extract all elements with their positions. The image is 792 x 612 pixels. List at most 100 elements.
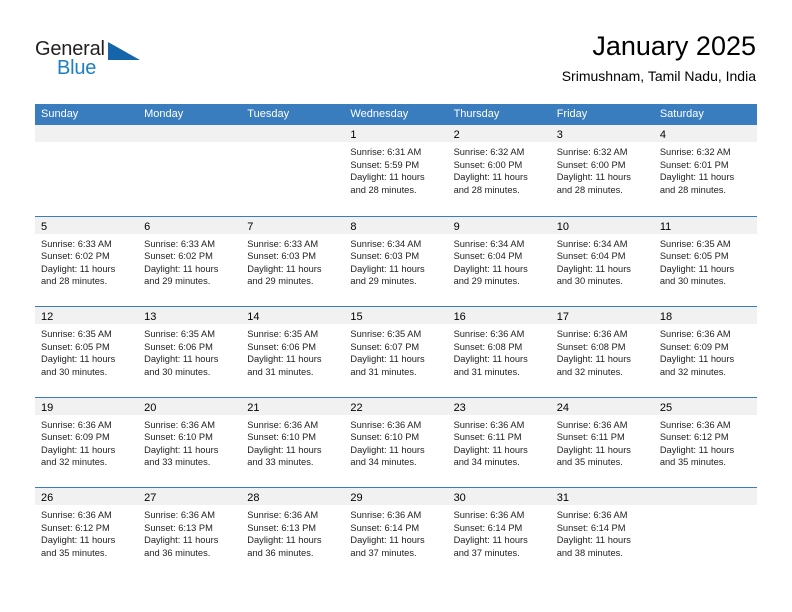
day-cell[interactable]: 23 Sunrise: 6:36 AM Sunset: 6:11 PM Dayligh… — [447, 397, 551, 488]
sunrise-text: Sunrise: 6:34 AM — [350, 238, 422, 249]
day-details: Sunrise: 6:34 AM Sunset: 6:04 PM Daylight:… — [551, 234, 654, 288]
day-cell-empty — [35, 125, 139, 216]
day-cell[interactable]: 28 Sunrise: 6:36 AM Sunset: 6:13 PM Dayligh… — [241, 488, 345, 578]
day-cell[interactable]: 22 Sunrise: 6:36 AM Sunset: 6:10 PM Dayligh… — [344, 397, 448, 488]
day-number: 17 — [556, 311, 569, 323]
day-number: 30 — [453, 492, 466, 504]
sunset-text: Sunset: 6:03 PM — [350, 251, 420, 262]
sunrise-text: Sunrise: 6:35 AM — [41, 329, 112, 339]
day-cell[interactable]: 1 Sunrise: 6:31 AM Sunset: 5:59 PM Daylight… — [344, 125, 448, 216]
day-cell[interactable]: 12 Sunrise: 6:35 AM Sunset: 6:05 PM Dayligh… — [35, 307, 139, 397]
day-cell[interactable]: 25 Sunrise: 6:36 AM Sunset: 6:12 PM Dayligh… — [653, 397, 757, 488]
day-cell[interactable]: 10 Sunrise: 6:34 AM Sunset: 6:04 PM Dayligh… — [550, 216, 654, 307]
day-cell[interactable]: 2 Sunrise: 6:32 AM Sunset: 6:00 PM Daylight… — [447, 125, 551, 216]
day-number-strip — [653, 488, 757, 505]
sunrise-text: Sunrise: 6:36 AM — [247, 510, 319, 520]
day-details: Sunrise: 6:32 AM Sunset: 6:01 PM Daylight:… — [654, 142, 757, 196]
day-cell[interactable]: 24 Sunrise: 6:36 AM Sunset: 6:11 PM Dayligh… — [550, 397, 654, 488]
daylight-text-line2: and 29 minutes. — [350, 276, 417, 287]
day-details: Sunrise: 6:36 AM Sunset: 6:09 PM Daylight:… — [35, 415, 138, 469]
day-details: Sunrise: 6:32 AM Sunset: 6:00 PM Daylight:… — [448, 142, 551, 196]
day-number: 27 — [144, 492, 157, 504]
general-blue-logo[interactable]: General Blue — [35, 38, 165, 86]
day-cell[interactable]: 11 Sunrise: 6:35 AM Sunset: 6:05 PM Dayligh… — [653, 216, 757, 307]
day-number: 19 — [41, 401, 54, 414]
daylight-text-line2: and 35 minutes. — [659, 457, 726, 468]
day-number: 10 — [556, 220, 569, 233]
day-cell[interactable]: 21 Sunrise: 6:36 AM Sunset: 6:10 PM Dayligh… — [241, 397, 345, 488]
day-cell[interactable]: 6 Sunrise: 6:33 AM Sunset: 6:02 PM Daylight… — [138, 216, 242, 307]
daylight-text-line1: Daylight: 11 hours — [556, 354, 631, 365]
day-cell[interactable]: 29 Sunrise: 6:36 AM Sunset: 6:14 PM Dayligh… — [344, 488, 448, 578]
daylight-text-line2: and 35 minutes. — [41, 547, 108, 558]
day-cell[interactable]: 5 Sunrise: 6:33 AM Sunset: 6:02 PM Daylight… — [35, 216, 139, 307]
day-cell[interactable]: 26 Sunrise: 6:36 AM Sunset: 6:12 PM Dayligh… — [35, 488, 139, 578]
day-details: Sunrise: 6:36 AM Sunset: 6:11 PM Daylight:… — [448, 415, 551, 469]
day-number: 11 — [659, 220, 672, 233]
day-details: Sunrise: 6:36 AM Sunset: 6:13 PM Daylight:… — [138, 505, 241, 559]
day-number-strip: 2 — [447, 125, 551, 142]
sunrise-text: Sunrise: 6:36 AM — [41, 510, 112, 520]
day-number-strip: 26 — [35, 488, 139, 505]
daylight-text-line1: Daylight: 11 hours — [556, 172, 631, 183]
daylight-text-line2: and 30 minutes. — [556, 276, 623, 287]
weekday-tuesday: Tuesday — [247, 108, 290, 120]
day-cell[interactable]: 30 Sunrise: 6:36 AM Sunset: 6:14 PM Dayligh… — [447, 488, 551, 578]
daylight-text-line1: Daylight: 11 hours — [144, 354, 219, 365]
day-details: Sunrise: 6:36 AM Sunset: 6:11 PM Daylight:… — [551, 415, 654, 469]
day-cell[interactable]: 19 Sunrise: 6:36 AM Sunset: 6:09 PM Dayligh… — [35, 397, 139, 488]
day-details: Sunrise: 6:36 AM Sunset: 6:13 PM Daylight:… — [241, 505, 344, 559]
sunset-text: Sunset: 6:14 PM — [453, 522, 523, 533]
day-cell[interactable]: 13 Sunrise: 6:35 AM Sunset: 6:06 PM Dayligh… — [138, 307, 242, 397]
page-title: January 2025 — [592, 31, 756, 61]
day-number: 29 — [350, 492, 363, 504]
day-number: 1 — [350, 129, 357, 141]
sunrise-text: Sunrise: 6:36 AM — [144, 510, 215, 520]
day-cell[interactable]: 16 Sunrise: 6:36 AM Sunset: 6:08 PM Dayligh… — [447, 307, 551, 397]
triangle-icon — [108, 42, 140, 60]
daylight-text-line2: and 28 minutes. — [41, 276, 108, 287]
daylight-text-line2: and 29 minutes. — [144, 276, 211, 287]
daylight-text-line2: and 28 minutes. — [453, 184, 520, 195]
day-number-strip: 13 — [138, 307, 242, 324]
daylight-text-line1: Daylight: 11 hours — [556, 444, 631, 455]
daylight-text-line1: Daylight: 11 hours — [350, 172, 425, 183]
sunset-text: Sunset: 6:14 PM — [556, 522, 626, 533]
sunrise-text: Sunrise: 6:36 AM — [41, 419, 112, 430]
day-number-strip: 8 — [344, 216, 448, 234]
day-cell[interactable]: 20 Sunrise: 6:36 AM Sunset: 6:10 PM Dayligh… — [138, 397, 242, 488]
day-number: 31 — [556, 492, 569, 504]
day-cell[interactable]: 14 Sunrise: 6:35 AM Sunset: 6:06 PM Dayligh… — [241, 307, 345, 397]
sunset-text: Sunset: 6:08 PM — [453, 341, 523, 352]
day-cell[interactable]: 8 Sunrise: 6:34 AM Sunset: 6:03 PM Daylight… — [344, 216, 448, 307]
day-cell-empty — [138, 125, 242, 216]
day-number-strip: 27 — [138, 488, 242, 505]
daylight-text-line2: and 31 minutes. — [247, 366, 314, 377]
day-cell[interactable]: 15 Sunrise: 6:35 AM Sunset: 6:07 PM Dayligh… — [344, 307, 448, 397]
day-details: Sunrise: 6:36 AM Sunset: 6:12 PM Daylight:… — [35, 505, 138, 559]
sunset-text: Sunset: 6:13 PM — [247, 522, 317, 533]
day-cell[interactable]: 9 Sunrise: 6:34 AM Sunset: 6:04 PM Daylight… — [447, 216, 551, 307]
day-number-strip: 31 — [550, 488, 654, 505]
sunset-text: Sunset: 6:08 PM — [556, 341, 626, 352]
daylight-text-line2: and 29 minutes. — [247, 276, 314, 287]
day-cell[interactable]: 27 Sunrise: 6:36 AM Sunset: 6:13 PM Dayligh… — [138, 488, 242, 578]
daylight-text-line2: and 34 minutes. — [350, 457, 417, 468]
day-cell[interactable]: 31 Sunrise: 6:36 AM Sunset: 6:14 PM Dayligh… — [550, 488, 654, 578]
day-number-strip: 18 — [653, 307, 757, 324]
daylight-text-line2: and 32 minutes. — [41, 457, 108, 468]
day-cell[interactable]: 3 Sunrise: 6:32 AM Sunset: 6:00 PM Daylight… — [550, 125, 654, 216]
day-cell[interactable]: 18 Sunrise: 6:36 AM Sunset: 6:09 PM Dayligh… — [653, 307, 757, 397]
day-details: Sunrise: 6:33 AM Sunset: 6:02 PM Daylight:… — [35, 234, 138, 288]
sunrise-text: Sunrise: 6:36 AM — [659, 329, 731, 339]
daylight-text-line2: and 36 minutes. — [247, 547, 314, 558]
daylight-text-line1: Daylight: 11 hours — [453, 263, 528, 274]
weekday-monday: Monday — [144, 108, 184, 120]
day-cell[interactable]: 17 Sunrise: 6:36 AM Sunset: 6:08 PM Dayligh… — [550, 307, 654, 397]
sunrise-text: Sunrise: 6:34 AM — [556, 238, 628, 249]
daylight-text-line2: and 31 minutes. — [453, 366, 520, 377]
day-cell[interactable]: 7 Sunrise: 6:33 AM Sunset: 6:03 PM Daylight… — [241, 216, 345, 307]
sunrise-text: Sunrise: 6:35 AM — [247, 329, 319, 339]
day-details: Sunrise: 6:36 AM Sunset: 6:10 PM Daylight:… — [138, 415, 241, 469]
day-cell[interactable]: 4 Sunrise: 6:32 AM Sunset: 6:01 PM Daylight… — [653, 125, 757, 216]
